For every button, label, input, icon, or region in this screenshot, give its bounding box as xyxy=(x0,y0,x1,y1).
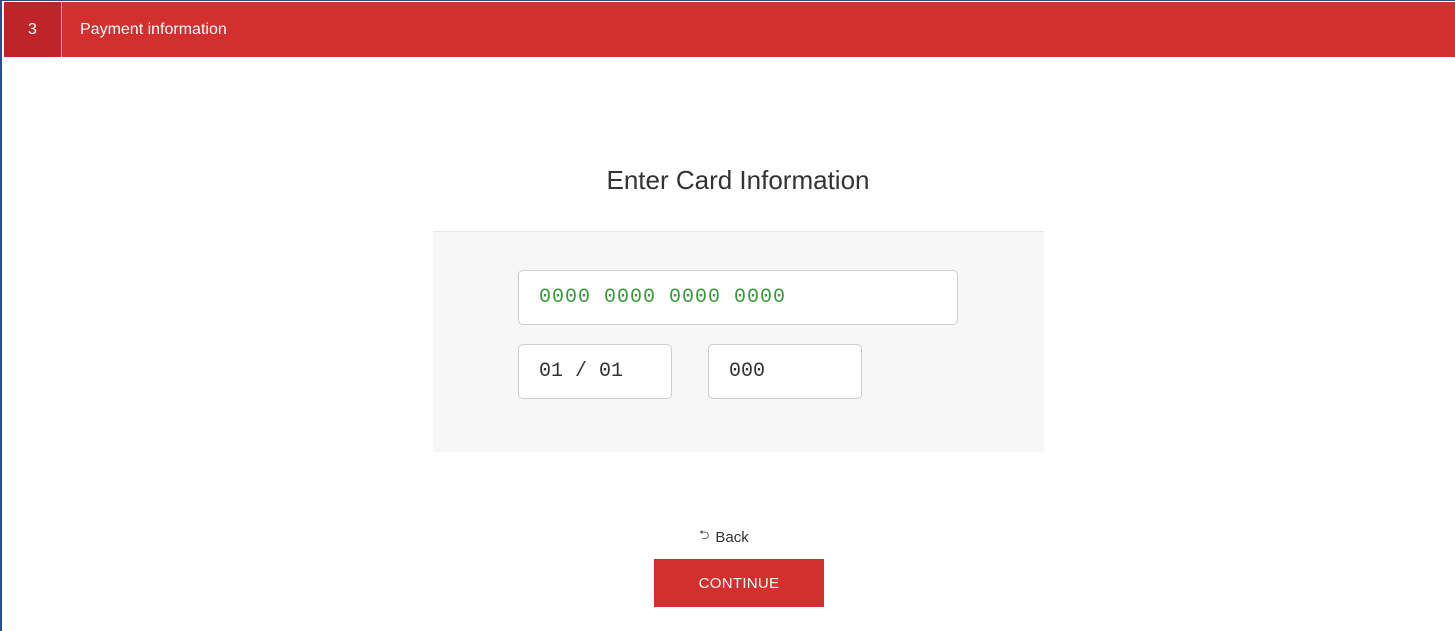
expiry-date-input[interactable] xyxy=(518,344,672,399)
card-number-input[interactable] xyxy=(518,270,958,325)
continue-button[interactable]: CONTINUE xyxy=(654,559,824,607)
cvc-input[interactable] xyxy=(708,344,862,399)
page-frame: 3 Payment information Enter Card Informa… xyxy=(0,0,1455,631)
card-info-heading: Enter Card Information xyxy=(606,165,870,195)
step-number: 3 xyxy=(4,2,62,57)
back-link[interactable]: ⮌ Back xyxy=(699,526,749,548)
step-title: Payment information xyxy=(80,21,227,38)
step-header: 3 Payment information xyxy=(4,2,1455,57)
back-arrow-icon: ⮌ xyxy=(699,527,710,542)
card-input-panel xyxy=(433,231,1044,452)
back-label: Back xyxy=(715,528,749,546)
